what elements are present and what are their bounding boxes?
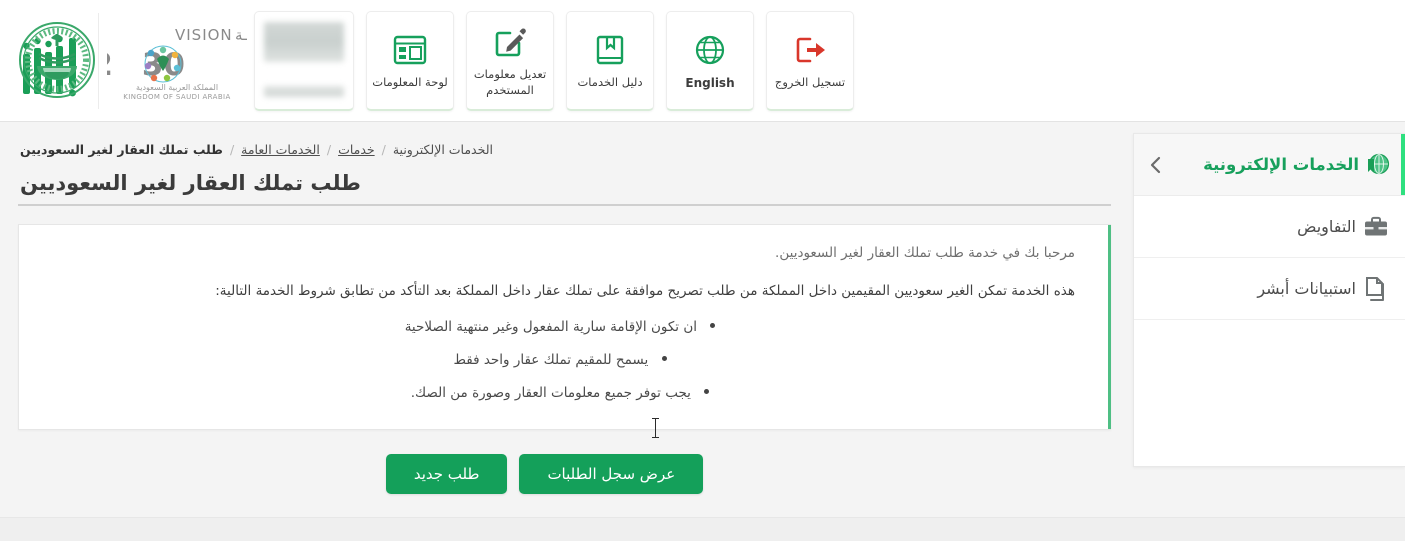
svg-text:رؤيــــة: رؤيــــة [235,26,247,44]
breadcrumb-item-public-services[interactable]: الخدمات العامة [241,142,320,157]
breadcrumb-separator: / [229,142,235,157]
main-content: الخدمات الإلكترونية / خدمات / الخدمات ال… [0,133,1133,517]
nav-tile-label: دليل الخدمات [577,75,643,90]
condition-item: يجب توفر جميع معلومات العقار وصورة من ال… [45,385,1075,401]
book-icon [594,27,626,73]
view-requests-log-button[interactable]: عرض سجل الطلبات [519,454,704,495]
condition-text: يجب توفر جميع معلومات العقار وصورة من ال… [410,385,691,402]
nav-tile-label: تعديل معلومات المستخدم [473,67,547,97]
documents-icon [1363,276,1389,302]
breadcrumb: الخدمات الإلكترونية / خدمات / الخدمات ال… [18,142,1111,157]
ministry-of-interior-emblem [14,12,100,108]
page-title: طلب تملك العقار لغير السعوديين [20,171,361,195]
logout-icon [793,27,827,73]
sidebar-header[interactable]: الخدمات الإلكترونية [1134,134,1405,196]
nav-tile-label: English [685,75,735,90]
svg-text:VISION: VISION [175,26,233,44]
site-header: رؤيــــة VISION 2 30 [0,0,1405,122]
briefcase-icon [1363,215,1389,239]
card-accent-bar [1108,225,1111,430]
page-title-wrap: طلب تملك العقار لغير السعوديين [18,157,1111,206]
condition-text: يسمح للمقيم تملك عقار واحد فقط [453,352,649,369]
footer-strip [0,517,1405,541]
new-request-button[interactable]: طلب جديد [385,454,508,495]
nav-tile-dashboard[interactable]: لوحة المعلومات [366,10,454,111]
svg-text:KINGDOM OF SAUDI ARABIA: KINGDOM OF SAUDI ARABIA [123,93,230,101]
redacted-label [264,85,344,97]
service-description: هذه الخدمة تمكن الغير سعوديين المقيمين د… [215,283,1075,299]
page-root: رؤيــــة VISION 2 30 [0,0,1405,541]
edit-user-icon [493,19,527,65]
title-divider [18,204,1111,206]
breadcrumb-separator: / [381,142,386,157]
dashboard-icon [393,27,427,73]
conditions-list: ان تكون الإقامة سارية المفعول وغير منتهي… [45,319,1075,401]
sidebar-item-label: التفاويض [1297,217,1356,236]
breadcrumb-separator: / [326,142,332,157]
nav-tile-logout[interactable]: تسجيل الخروج [766,10,854,111]
sidebar-empty-space [1134,320,1405,466]
welcome-text: مرحبا بك في خدمة طلب تملك العقار لغير ال… [775,245,1075,261]
header-nav-tiles: لوحة المعلومات تعديل معلومات المستخدم دل… [360,0,860,121]
sidebar-title: الخدمات الإلكترونية [1203,155,1359,174]
sidebar-item-label: استبيانات أبشر [1257,279,1356,298]
svg-text:2: 2 [107,47,113,83]
bullet-icon [710,323,716,329]
breadcrumb-item-eservices: الخدمات الإلكترونية [392,142,493,157]
globe-icon [694,27,726,73]
bullet-icon [704,389,710,395]
nav-tile-label: لوحة المعلومات [372,75,448,90]
text-cursor [652,418,659,438]
redacted-block [264,21,344,62]
sidebar-item-absher-surveys[interactable]: استبيانات أبشر [1134,258,1405,320]
nav-tile-label: تسجيل الخروج [774,75,846,90]
nav-tile-edit-user-info[interactable]: تعديل معلومات المستخدم [466,10,554,111]
breadcrumb-item-services[interactable]: خدمات [338,142,375,157]
svg-text:المملكة العربية السعودية: المملكة العربية السعودية [135,83,217,92]
e-services-globe-icon [1365,152,1391,178]
sidebar-accent-bar [1401,134,1405,195]
breadcrumb-item-current: طلب تملك العقار لغير السعوديين [20,142,223,157]
service-info-card: مرحبا بك في خدمة طلب تملك العقار لغير ال… [18,224,1111,431]
action-buttons: طلب جديد عرض سجل الطلبات [18,454,1111,495]
condition-item: ان تكون الإقامة سارية المفعول وغير منتهي… [45,319,1075,335]
condition-item: يسمح للمقيم تملك عقار واحد فقط [45,352,1075,368]
sidebar: الخدمات الإلكترونية التفاويض استبيانات أ… [1133,133,1405,467]
chevron-left-icon[interactable] [1148,155,1164,175]
sidebar-item-delegations[interactable]: التفاويض [1134,196,1405,258]
vision-2030-logo: رؤيــــة VISION 2 30 [98,12,248,109]
nav-tile-language-english[interactable]: English [666,10,754,111]
condition-text: ان تكون الإقامة سارية المفعول وغير منتهي… [404,319,698,336]
bullet-icon [661,356,667,362]
user-profile-tile[interactable] [254,10,354,111]
nav-tile-services-guide[interactable]: دليل الخدمات [566,10,654,111]
